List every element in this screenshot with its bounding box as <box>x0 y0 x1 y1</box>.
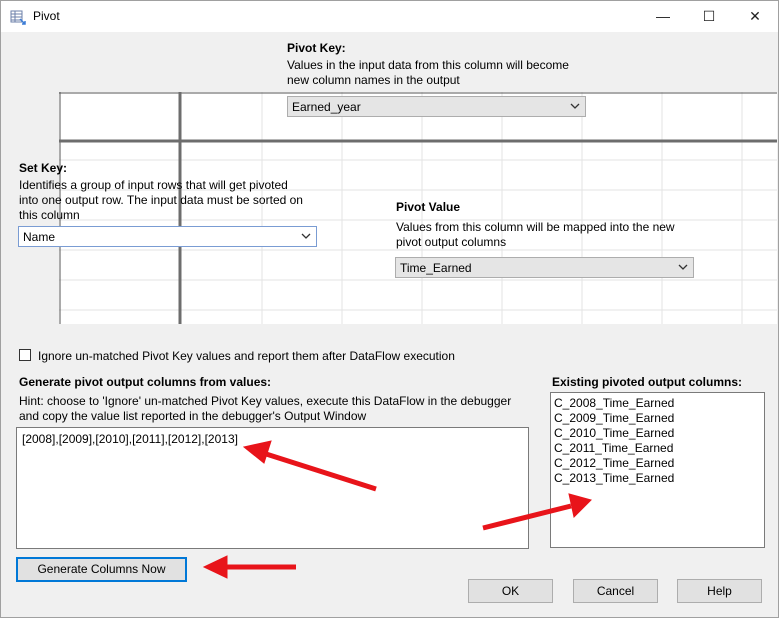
ignore-unmatched-label[interactable]: Ignore un-matched Pivot Key values and r… <box>38 349 455 363</box>
ignore-unmatched-checkbox[interactable] <box>19 349 31 361</box>
close-button[interactable]: ✕ <box>732 1 778 32</box>
set-key-description-3: this column <box>19 208 80 222</box>
existing-columns-label: Existing pivoted output columns: <box>552 375 742 389</box>
pivot-value-label: Pivot Value <box>396 200 461 214</box>
minimize-button[interactable]: — <box>640 1 686 32</box>
set-key-description-2: into one output row. The input data must… <box>19 193 303 207</box>
generate-columns-label: Generate pivot output columns from value… <box>19 375 272 389</box>
help-button[interactable]: Help <box>677 579 762 603</box>
generate-hint-line-2: and copy the value list reported in the … <box>19 409 367 423</box>
pivot-key-dropdown[interactable]: Earned_year <box>287 96 586 117</box>
list-item: C_2011_Time_Earned <box>554 441 674 455</box>
cancel-button[interactable]: Cancel <box>573 579 658 603</box>
pivot-key-description-1: Values in the input data from this colum… <box>287 58 569 72</box>
existing-columns-list[interactable]: C_2008_Time_Earned C_2009_Time_Earned C_… <box>550 392 765 548</box>
maximize-button[interactable]: ☐ <box>686 1 732 32</box>
chevron-down-icon <box>570 103 580 109</box>
pivot-key-value: Earned_year <box>292 100 361 114</box>
list-item: C_2013_Time_Earned <box>554 471 675 485</box>
set-key-dropdown[interactable]: Name <box>18 226 317 247</box>
pivot-value-description-1: Values from this column will be mapped i… <box>396 220 675 234</box>
chevron-down-icon <box>301 233 311 239</box>
generate-hint-line-1: Hint: choose to 'Ignore' un-matched Pivo… <box>19 394 512 408</box>
pivot-key-description-2: new column names in the output <box>287 73 460 87</box>
ok-button[interactable]: OK <box>468 579 553 603</box>
set-key-value: Name <box>23 230 56 244</box>
generate-columns-button[interactable]: Generate Columns Now <box>16 557 187 582</box>
pivot-value-dropdown[interactable]: Time_Earned <box>395 257 694 278</box>
set-key-label: Set Key: <box>19 161 68 175</box>
pivot-value-value: Time_Earned <box>400 261 472 275</box>
set-key-description-1: Identifies a group of input rows that wi… <box>19 178 288 192</box>
list-item: C_2008_Time_Earned <box>554 396 675 410</box>
list-item: C_2012_Time_Earned <box>554 456 675 470</box>
pivot-dialog: Pivot — ☐ ✕ Pivot Key: Values in the inp… <box>0 0 779 618</box>
list-item: C_2009_Time_Earned <box>554 411 675 425</box>
pivot-key-label: Pivot Key: <box>287 41 346 55</box>
pivot-table-icon <box>10 10 26 25</box>
window-title: Pivot <box>33 9 60 23</box>
chevron-down-icon <box>678 264 688 270</box>
pivot-value-description-2: pivot output columns <box>396 235 507 249</box>
list-item: C_2010_Time_Earned <box>554 426 675 440</box>
annotation-arrowhead <box>202 555 228 579</box>
pivot-values-textbox[interactable]: [2008],[2009],[2010],[2011],[2012],[2013… <box>16 427 529 549</box>
pivot-values-text: [2008],[2009],[2010],[2011],[2012],[2013… <box>22 432 238 446</box>
title-bar: Pivot — ☐ ✕ <box>1 1 778 32</box>
